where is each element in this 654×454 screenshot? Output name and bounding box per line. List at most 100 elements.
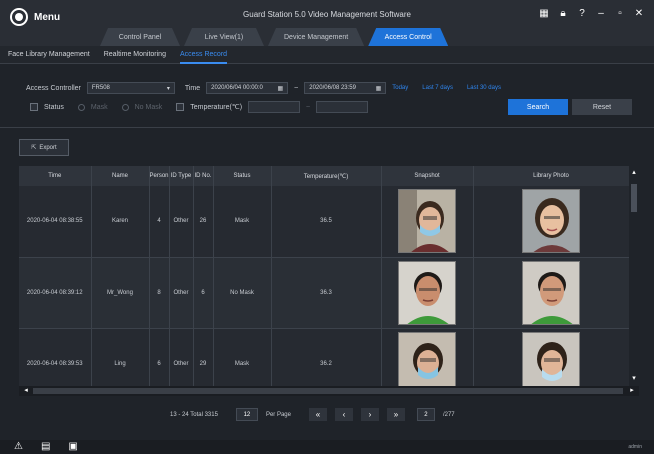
cell-id-type: Other — [169, 257, 194, 329]
page-total: /277 — [442, 411, 455, 418]
cell-name: Karen — [91, 186, 150, 258]
no-mask-radio[interactable] — [121, 103, 129, 111]
table-row[interactable]: 2020-06-04 08:38:55 Karen 4 Other 26 Mas… — [19, 186, 630, 258]
temperature-label: Temperature(℃) — [190, 104, 243, 111]
title-bar: Menu Guard Station 5.0 Video Management … — [0, 0, 654, 46]
export-button[interactable]: ⇱ Export — [19, 139, 69, 156]
start-time-value: 2020/06/04 00:00:0 — [211, 85, 263, 91]
layout-icon[interactable]: ▦ — [539, 8, 549, 19]
window-controls: ▦ 🔒︎ ? – ▫ ✕ — [539, 8, 644, 19]
main-tabs: Control Panel Live View(1) Device Manage… — [100, 28, 448, 46]
chevron-down-icon: ▾ — [166, 85, 170, 92]
col-id-no[interactable]: ID No. — [193, 166, 214, 186]
col-temperature[interactable]: Temperature(℃) — [271, 166, 382, 186]
cell-name: Mr_Wong — [91, 257, 150, 329]
status-checkbox[interactable] — [30, 103, 38, 111]
col-status[interactable]: Status — [213, 166, 272, 186]
first-page-icon[interactable]: « — [308, 408, 327, 421]
subtab-realtime-monitoring[interactable]: Realtime Monitoring — [104, 46, 166, 64]
horizontal-scroll-thumb[interactable] — [33, 388, 623, 394]
last-page-icon[interactable]: » — [386, 408, 405, 421]
subtab-face-library[interactable]: Face Library Management — [8, 46, 90, 64]
controller-label: Access Controller — [26, 84, 81, 92]
start-time-input[interactable]: 2020/06/04 00:00:0 ▦ — [206, 82, 289, 94]
cell-id-no: 26 — [193, 186, 214, 258]
next-page-icon[interactable]: › — [360, 408, 379, 421]
maximize-icon[interactable]: ▫ — [615, 8, 625, 19]
temperature-max-input[interactable] — [316, 101, 369, 113]
snapshot-photo[interactable] — [398, 260, 456, 325]
device-icon[interactable]: ▣ — [68, 441, 77, 452]
records-table: Time Name Person ID ID Type ID No. Statu… — [19, 166, 639, 396]
col-name[interactable]: Name — [91, 166, 150, 186]
reset-button[interactable]: Reset — [572, 99, 632, 115]
subtab-access-record[interactable]: Access Record — [179, 46, 228, 64]
mask-option-label: Mask — [90, 103, 108, 111]
no-mask-option-label: No Mask — [134, 103, 163, 111]
filter-row-2: Status Mask No Mask Temperature(℃) ~ — [30, 101, 369, 113]
tab-control-panel[interactable]: Control Panel — [100, 28, 180, 46]
scroll-left-icon[interactable]: ◂ — [21, 386, 31, 396]
end-time-value: 2020/06/08 23:59 — [309, 85, 356, 91]
scroll-right-icon[interactable]: ▸ — [627, 386, 637, 396]
help-icon[interactable]: ? — [577, 8, 587, 19]
last-7-days-link[interactable]: Last 7 days — [422, 85, 453, 91]
controller-value: FR508 — [91, 85, 110, 91]
library-photo[interactable] — [522, 189, 580, 254]
temperature-separator: ~ — [306, 103, 311, 111]
close-icon[interactable]: ✕ — [634, 8, 644, 19]
cell-status: No Mask — [213, 257, 272, 329]
per-page-input[interactable]: 12 — [235, 408, 258, 421]
lock-icon[interactable]: 🔒︎ — [558, 8, 568, 19]
cell-time: 2020-06-04 08:38:55 — [19, 186, 92, 258]
col-person-id[interactable]: Person ID — [149, 166, 170, 186]
scroll-down-icon[interactable]: ▾ — [629, 374, 639, 384]
cell-library-photo — [473, 257, 630, 329]
cell-id-no: 6 — [193, 257, 214, 329]
calendar-icon[interactable]: ▦ — [376, 85, 382, 92]
divider — [0, 127, 654, 128]
cell-snapshot — [381, 257, 474, 329]
horizontal-scrollbar[interactable]: ◂ ▸ — [19, 386, 639, 396]
col-library-photo[interactable]: Library Photo — [473, 166, 630, 186]
mask-radio[interactable] — [77, 103, 85, 111]
vertical-scroll-thumb[interactable] — [631, 184, 637, 212]
end-time-input[interactable]: 2020/06/08 23:59 ▦ — [304, 82, 387, 94]
library-photo[interactable] — [522, 260, 580, 325]
cell-status: Mask — [213, 186, 272, 258]
status-icons: ⚠ ▤ ▣ — [14, 441, 78, 452]
alarm-icon[interactable]: ⚠ — [14, 441, 23, 452]
per-page-label: Per Page — [265, 411, 291, 418]
controller-select[interactable]: FR508 ▾ — [86, 82, 175, 94]
calendar-icon[interactable]: ▦ — [277, 85, 283, 92]
cell-time: 2020-06-04 08:39:12 — [19, 257, 92, 329]
temperature-checkbox[interactable] — [176, 103, 185, 111]
tab-access-control[interactable]: Access Control — [368, 28, 448, 46]
temperature-min-input[interactable] — [248, 101, 301, 113]
prev-page-icon[interactable]: ‹ — [334, 408, 353, 421]
sub-tabs: Face Library Management Realtime Monitor… — [0, 46, 654, 64]
today-link[interactable]: Today — [392, 85, 408, 91]
pagination: 13 - 24 Total 3315 12 Per Page « ‹ › » 2… — [170, 408, 455, 421]
cell-id-type: Other — [169, 186, 194, 258]
range-separator: ~ — [294, 84, 299, 92]
col-snapshot[interactable]: Snapshot — [381, 166, 474, 186]
minimize-icon[interactable]: – — [596, 8, 606, 19]
col-id-type[interactable]: ID Type — [169, 166, 194, 186]
last-30-days-link[interactable]: Last 30 days — [467, 85, 501, 91]
tab-device-management[interactable]: Device Management — [268, 28, 364, 46]
current-user: admin — [628, 444, 642, 450]
col-time[interactable]: Time — [19, 166, 92, 186]
page-number-input[interactable]: 2 — [416, 408, 435, 421]
table-row[interactable]: 2020-06-04 08:39:12 Mr_Wong 8 Other 6 No… — [19, 257, 630, 329]
cell-temperature: 36.3 — [271, 257, 382, 329]
log-icon[interactable]: ▤ — [41, 441, 50, 452]
status-bar: ⚠ ▤ ▣ admin — [0, 440, 654, 454]
scroll-up-icon[interactable]: ▴ — [629, 168, 639, 178]
search-button[interactable]: Search — [508, 99, 568, 115]
table-header: Time Name Person ID ID Type ID No. Statu… — [19, 166, 630, 186]
tab-live-view[interactable]: Live View(1) — [184, 28, 264, 46]
snapshot-photo[interactable] — [398, 189, 456, 254]
vertical-scrollbar[interactable]: ▴ ▾ — [629, 166, 639, 386]
cell-temperature: 36.5 — [271, 186, 382, 258]
